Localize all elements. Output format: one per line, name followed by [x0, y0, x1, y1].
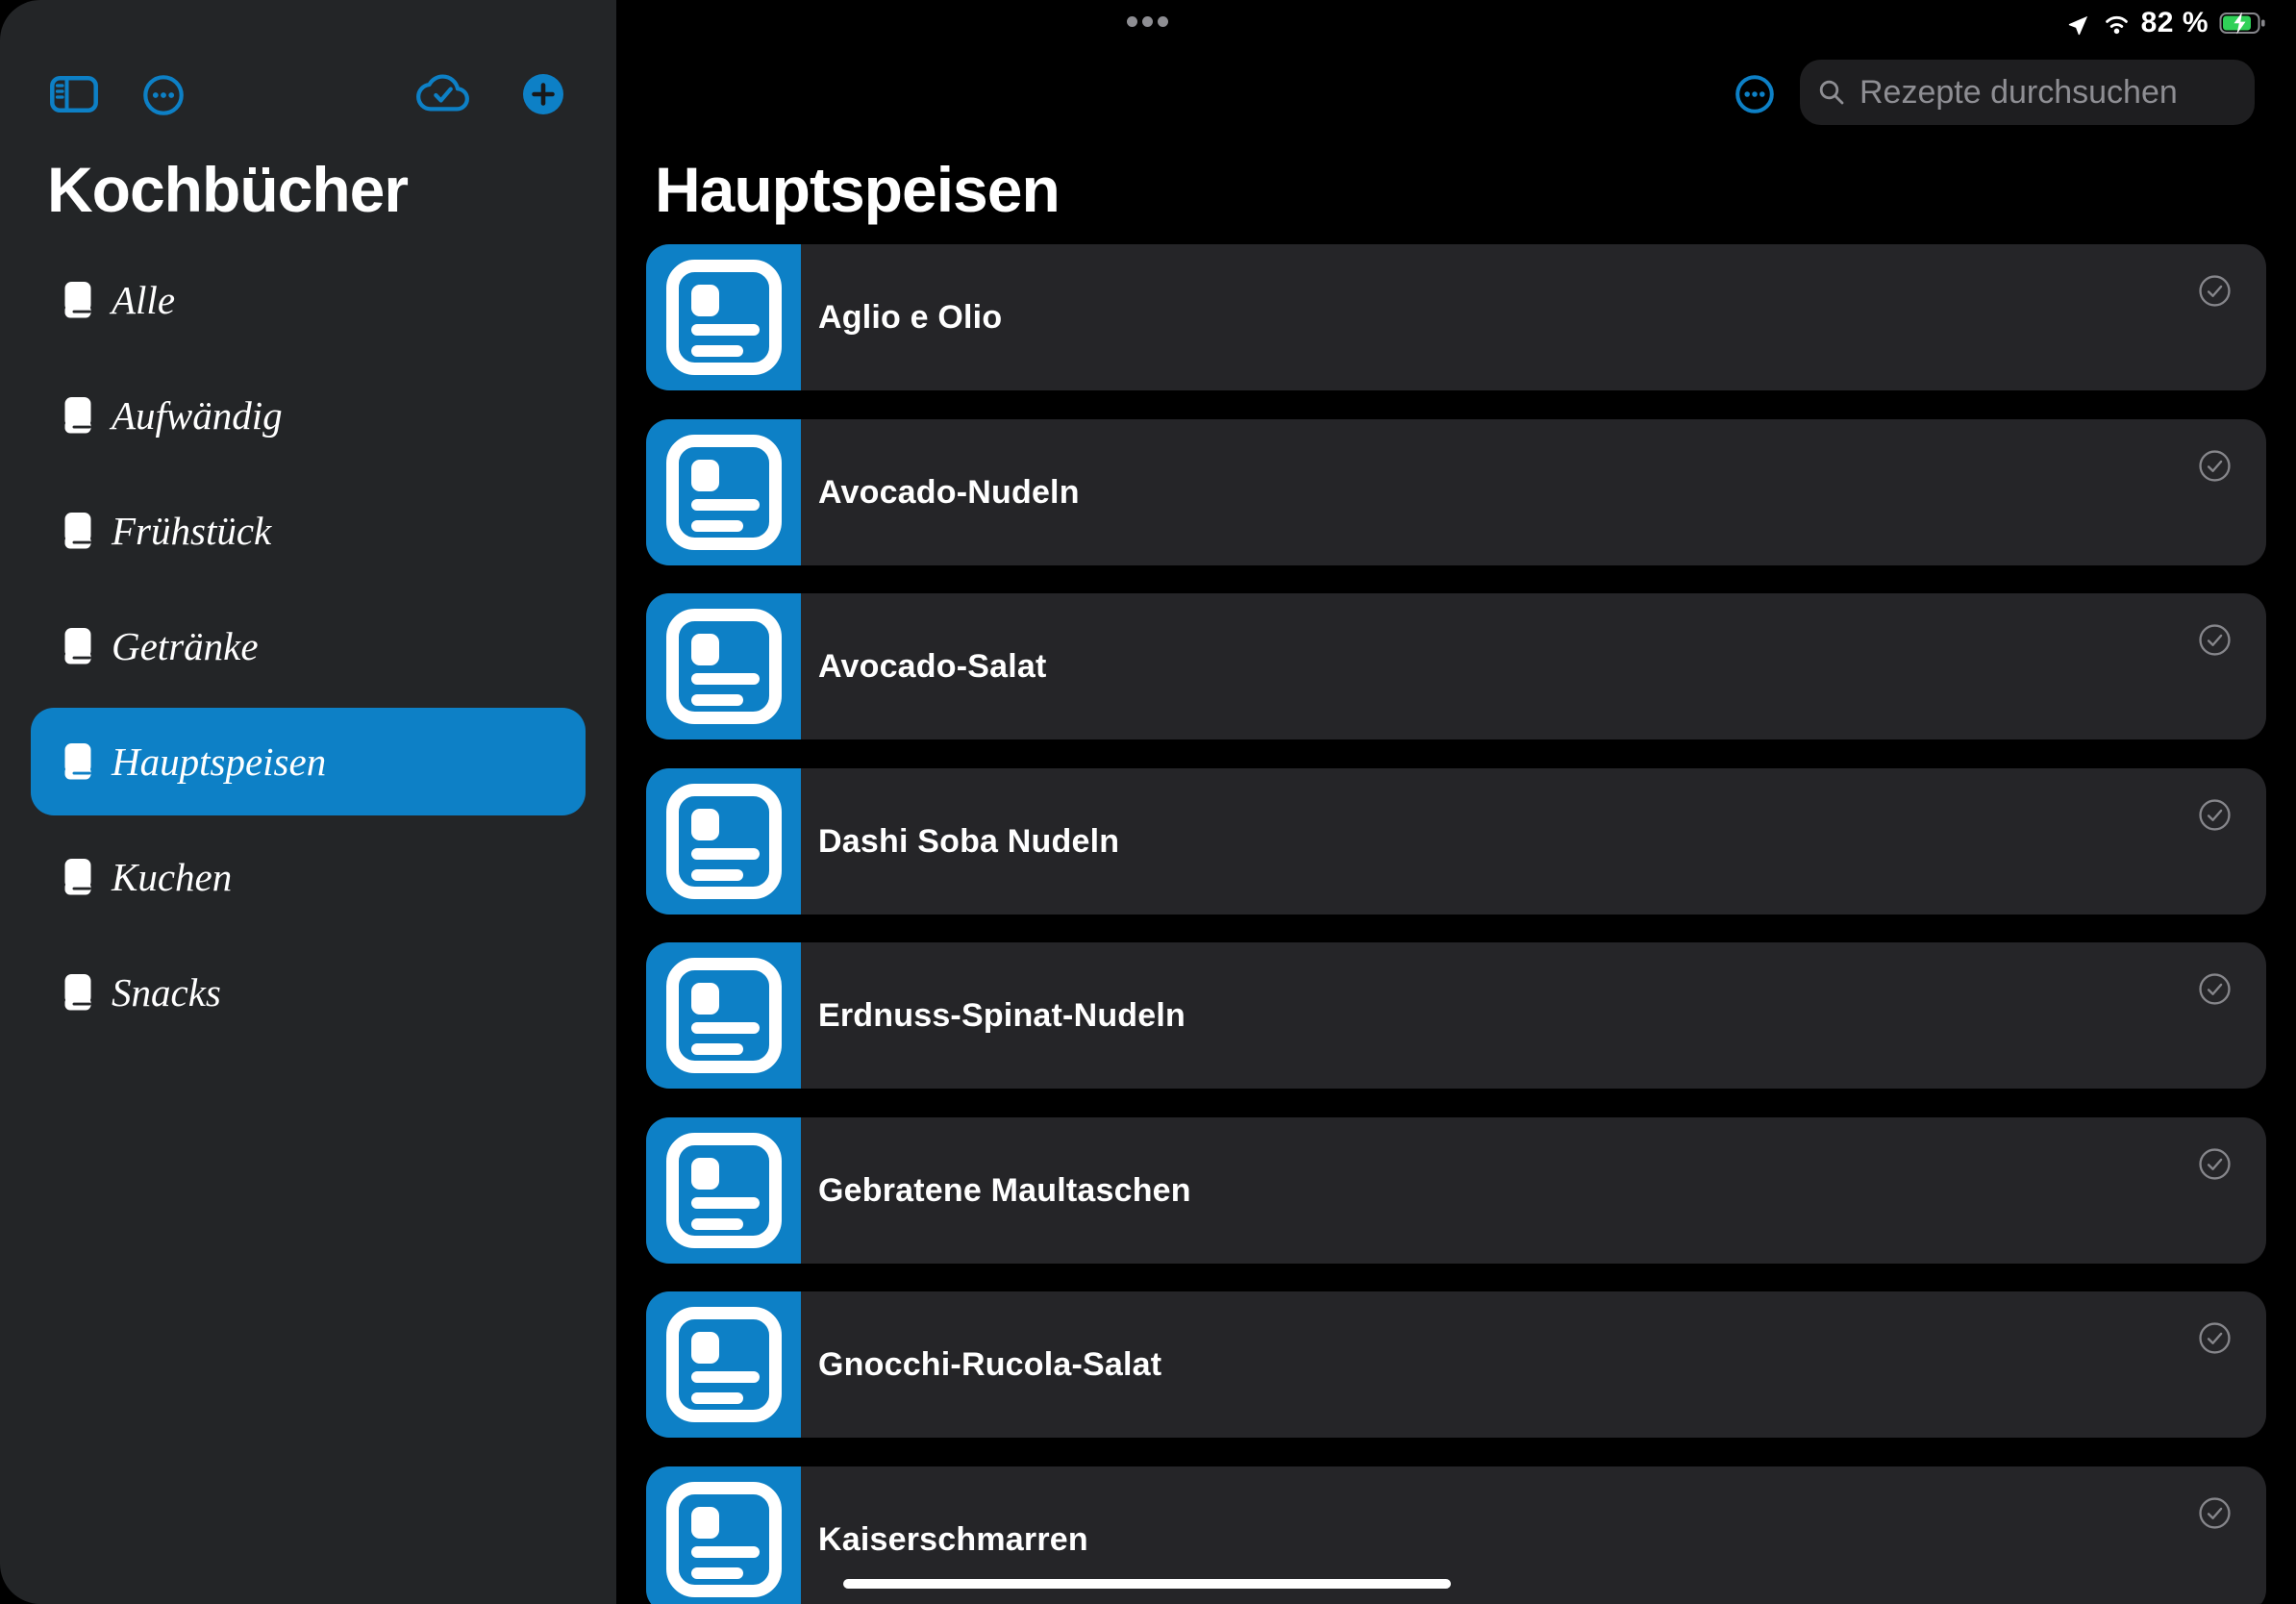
recipe-name: Avocado-Salat	[818, 648, 1047, 686]
dot	[1158, 16, 1168, 27]
recipe-card-icon	[646, 593, 801, 739]
recipe-card-glyph	[665, 1482, 783, 1597]
cookbook-label: Kuchen	[112, 858, 232, 897]
checkmark-circle-icon[interactable]	[2198, 449, 2232, 483]
cookbook-list: Alle Aufwändig Frühstück Getränke	[0, 0, 616, 1604]
recipe-card-glyph	[665, 260, 783, 375]
recipe-name: Gebratene Maultaschen	[818, 1172, 1191, 1210]
book-icon	[64, 743, 91, 780]
recipe-card-glyph	[665, 958, 783, 1073]
recipe-row[interactable]: Gnocchi-Rucola-Salat	[646, 1291, 2266, 1438]
home-indicator[interactable]	[843, 1579, 1451, 1589]
recipe-row[interactable]: Avocado-Nudeln	[646, 419, 2266, 565]
recipe-list: Aglio e Olio Avocado-Nudeln	[616, 0, 2296, 1604]
checkmark-circle-icon[interactable]	[2198, 972, 2232, 1006]
recipe-card-icon	[646, 1117, 801, 1264]
checkmark-circle-icon[interactable]	[2198, 798, 2232, 832]
recipe-row[interactable]: Gebratene Maultaschen	[646, 1117, 2266, 1264]
checkmark-circle-icon[interactable]	[2198, 1147, 2232, 1181]
recipe-row[interactable]: Dashi Soba Nudeln	[646, 768, 2266, 915]
sidebar-item-hauptspeisen[interactable]: Hauptspeisen	[31, 708, 586, 815]
recipe-name: Gnocchi-Rucola-Salat	[818, 1346, 1161, 1384]
book-icon	[64, 397, 91, 434]
main-panel: Hauptspeisen Aglio e Olio Avocad	[616, 0, 2296, 1604]
battery-charging-icon	[2219, 11, 2267, 36]
recipe-card-icon	[646, 1291, 801, 1438]
recipe-row[interactable]: Erdnuss-Spinat-Nudeln	[646, 942, 2266, 1089]
sidebar-item-frühstück[interactable]: Frühstück	[31, 477, 586, 585]
recipe-card-glyph	[665, 1307, 783, 1422]
recipe-card-glyph	[665, 1133, 783, 1248]
battery-percent: 82 %	[2141, 7, 2209, 39]
cookbook-label: Getränke	[112, 627, 259, 666]
checkmark-circle-icon[interactable]	[2198, 1321, 2232, 1355]
screen: 82 %	[0, 0, 2296, 1604]
dot	[1142, 16, 1153, 27]
cookbook-label: Alle	[112, 281, 175, 320]
recipe-name: Aglio e Olio	[818, 299, 1002, 337]
recipe-card-icon	[646, 244, 801, 390]
sidebar-item-kuchen[interactable]: Kuchen	[31, 823, 586, 931]
recipe-card-glyph	[665, 784, 783, 899]
sidebar-item-snacks[interactable]: Snacks	[31, 939, 586, 1046]
sidebar-item-alle[interactable]: Alle	[31, 246, 586, 354]
status-bar: 82 %	[2068, 8, 2267, 38]
sidebar-item-getränke[interactable]: Getränke	[31, 592, 586, 700]
recipe-card-icon	[646, 768, 801, 915]
cookbook-label: Aufwändig	[112, 396, 283, 436]
location-icon	[2068, 12, 2092, 36]
cookbook-label: Hauptspeisen	[112, 742, 326, 782]
book-icon	[64, 974, 91, 1011]
recipe-name: Erdnuss-Spinat-Nudeln	[818, 997, 1185, 1035]
recipe-card-glyph	[665, 609, 783, 724]
cookbook-label: Frühstück	[112, 512, 271, 551]
sidebar: Kochbücher Alle Aufwändig Frühstück	[0, 0, 616, 1604]
recipe-row[interactable]: Avocado-Salat	[646, 593, 2266, 739]
book-icon	[64, 513, 91, 549]
checkmark-circle-icon[interactable]	[2198, 274, 2232, 308]
book-icon	[64, 859, 91, 895]
recipe-card-icon	[646, 942, 801, 1089]
book-icon	[64, 628, 91, 664]
recipe-name: Dashi Soba Nudeln	[818, 823, 1119, 861]
recipe-card-icon	[646, 1466, 801, 1604]
recipe-name: Avocado-Nudeln	[818, 474, 1080, 512]
cookbook-label: Snacks	[112, 973, 221, 1013]
wifi-icon	[2103, 13, 2131, 35]
recipe-card-glyph	[665, 435, 783, 550]
book-icon	[64, 282, 91, 318]
multitask-indicator[interactable]	[1127, 16, 1168, 27]
recipe-name: Kaiserschmarren	[818, 1521, 1088, 1559]
recipe-card-icon	[646, 419, 801, 565]
checkmark-circle-icon[interactable]	[2198, 1496, 2232, 1530]
sidebar-item-aufwändig[interactable]: Aufwändig	[31, 362, 586, 469]
dot	[1127, 16, 1137, 27]
recipe-row[interactable]: Aglio e Olio	[646, 244, 2266, 390]
checkmark-circle-icon[interactable]	[2198, 623, 2232, 657]
